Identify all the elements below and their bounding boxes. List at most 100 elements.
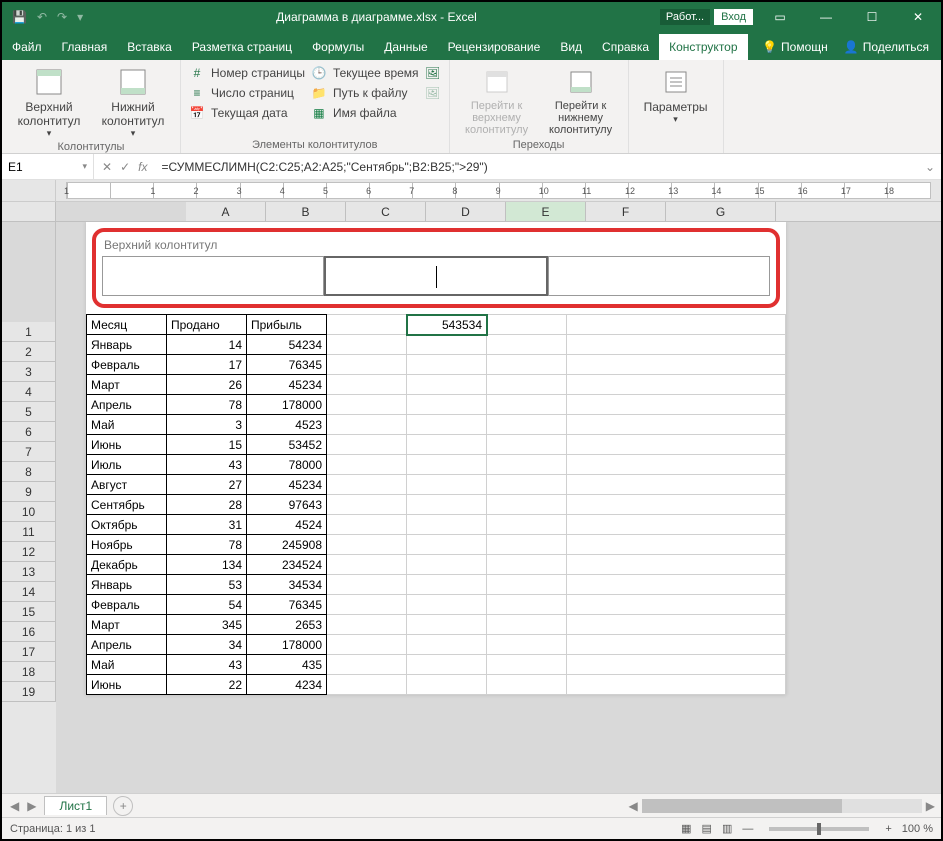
col-header-a[interactable]: A bbox=[186, 202, 266, 221]
row-header-9[interactable]: 9 bbox=[2, 482, 56, 502]
page-status: Страница: 1 из 1 bbox=[10, 823, 96, 835]
login-button[interactable]: Вход bbox=[714, 9, 753, 25]
tab-design[interactable]: Конструктор bbox=[659, 34, 747, 60]
qat-more-icon[interactable]: ▾ bbox=[77, 10, 83, 24]
row-header-4[interactable]: 4 bbox=[2, 382, 56, 402]
status-bar: Страница: 1 из 1 ▦ ▤ ▥ — + 100 % bbox=[2, 817, 941, 839]
excel-file-icon: ▦ bbox=[311, 105, 327, 121]
row-header-3[interactable]: 3 bbox=[2, 362, 56, 382]
row-header-11[interactable]: 11 bbox=[2, 522, 56, 542]
header-right-box[interactable] bbox=[548, 256, 770, 296]
clock-icon: 🕒 bbox=[311, 65, 327, 81]
format-picture-icon: 🖼 bbox=[425, 85, 441, 101]
col-header-d[interactable]: D bbox=[426, 202, 506, 221]
row-header-14[interactable]: 14 bbox=[2, 582, 56, 602]
row-header-10[interactable]: 10 bbox=[2, 502, 56, 522]
tab-help[interactable]: Справка bbox=[592, 34, 659, 60]
goto-footer-icon bbox=[565, 66, 597, 98]
page-count-icon: ≡ bbox=[189, 85, 205, 101]
zoom-out-icon[interactable]: — bbox=[742, 823, 753, 835]
add-sheet-button[interactable]: + bbox=[113, 796, 133, 816]
picture-button[interactable]: 🖼 bbox=[425, 64, 441, 82]
ribbon-options-icon[interactable]: ▭ bbox=[757, 2, 803, 32]
row-header-12[interactable]: 12 bbox=[2, 542, 56, 562]
row-header-19[interactable]: 19 bbox=[2, 682, 56, 702]
sheet-prev-icon[interactable]: ◀ bbox=[10, 799, 19, 813]
footer-button[interactable]: Нижний колонтитул▾ bbox=[94, 64, 172, 139]
tab-review[interactable]: Рецензирование bbox=[438, 34, 551, 60]
tab-home[interactable]: Главная bbox=[52, 34, 118, 60]
col-header-g[interactable]: G bbox=[666, 202, 776, 221]
current-time-button[interactable]: 🕒Текущее время bbox=[311, 64, 419, 82]
row-header-5[interactable]: 5 bbox=[2, 402, 56, 422]
col-header-e[interactable]: E bbox=[506, 202, 586, 221]
name-box[interactable]: E1▾ bbox=[2, 154, 94, 179]
save-icon[interactable]: 💾 bbox=[12, 10, 27, 24]
row-header-17[interactable]: 17 bbox=[2, 642, 56, 662]
page-number-icon: # bbox=[189, 65, 205, 81]
group-label-elements: Элементы колонтитулов bbox=[189, 137, 441, 151]
page-layout-view-icon[interactable]: ▤ bbox=[702, 822, 712, 835]
row-header-7[interactable]: 7 bbox=[2, 442, 56, 462]
accept-formula-icon[interactable]: ✓ bbox=[120, 160, 130, 174]
cancel-formula-icon[interactable]: ✕ bbox=[102, 160, 112, 174]
params-button[interactable]: Параметры▾ bbox=[637, 64, 715, 125]
tab-view[interactable]: Вид bbox=[550, 34, 592, 60]
row-header-13[interactable]: 13 bbox=[2, 562, 56, 582]
col-header-c[interactable]: C bbox=[346, 202, 426, 221]
formula-input[interactable]: =СУММЕСЛИМН(C2:C25;A2:A25;"Сентябрь";B2:… bbox=[155, 160, 918, 174]
page-break-view-icon[interactable]: ▥ bbox=[722, 822, 732, 835]
tab-data[interactable]: Данные bbox=[374, 34, 437, 60]
horizontal-scrollbar[interactable]: ◀ ▶ bbox=[133, 799, 941, 813]
file-path-button[interactable]: 📁Путь к файлу bbox=[311, 84, 419, 102]
sheet-tab-1[interactable]: Лист1 bbox=[44, 796, 107, 815]
row-header-6[interactable]: 6 bbox=[2, 422, 56, 442]
share-button[interactable]: 👤 Поделиться bbox=[844, 40, 929, 54]
header-button[interactable]: Верхний колонтитул▾ bbox=[10, 64, 88, 139]
tab-layout[interactable]: Разметка страниц bbox=[182, 34, 302, 60]
col-header-f[interactable]: F bbox=[586, 202, 666, 221]
col-header-b[interactable]: B bbox=[266, 202, 346, 221]
title-bar: 💾 ↶ ↷ ▾ Диаграмма в диаграмме.xlsx - Exc… bbox=[2, 2, 941, 32]
spreadsheet-cells[interactable]: МесяцПроданоПрибыль543534Январь1454234Фе… bbox=[86, 314, 786, 695]
tab-formulas[interactable]: Формулы bbox=[302, 34, 374, 60]
page-header-section[interactable]: Верхний колонтитул bbox=[92, 228, 780, 308]
page-count-button[interactable]: ≡Число страниц bbox=[189, 84, 305, 102]
goto-footer-button[interactable]: Перейти к нижнему колонтитулу bbox=[542, 64, 620, 136]
current-date-button[interactable]: 📅Текущая дата bbox=[189, 104, 305, 122]
header-center-box[interactable] bbox=[324, 256, 548, 296]
row-headers: 12345678910111213141516171819 bbox=[2, 222, 56, 793]
zoom-level[interactable]: 100 % bbox=[902, 823, 933, 835]
zoom-in-icon[interactable]: + bbox=[885, 823, 891, 835]
undo-icon[interactable]: ↶ bbox=[37, 10, 47, 24]
column-headers: A B C D E F G bbox=[2, 202, 941, 222]
sheet-next-icon[interactable]: ▶ bbox=[27, 799, 36, 813]
ribbon: Верхний колонтитул▾ Нижний колонтитул▾ К… bbox=[2, 60, 941, 154]
row-header-16[interactable]: 16 bbox=[2, 622, 56, 642]
tab-file[interactable]: Файл bbox=[2, 34, 52, 60]
row-header-8[interactable]: 8 bbox=[2, 462, 56, 482]
page-number-button[interactable]: #Номер страницы bbox=[189, 64, 305, 82]
tab-insert[interactable]: Вставка bbox=[117, 34, 182, 60]
format-picture-button[interactable]: 🖼 bbox=[425, 84, 441, 102]
normal-view-icon[interactable]: ▦ bbox=[681, 822, 691, 835]
fx-icon[interactable]: fx bbox=[138, 160, 147, 174]
tell-me-button[interactable]: 💡 Помощн bbox=[762, 40, 828, 54]
select-all-corner[interactable] bbox=[2, 202, 56, 221]
row-header-15[interactable]: 15 bbox=[2, 602, 56, 622]
close-icon[interactable]: ✕ bbox=[895, 2, 941, 32]
zoom-slider[interactable] bbox=[769, 827, 869, 831]
row-header-1[interactable]: 1 bbox=[2, 322, 56, 342]
row-header-2[interactable]: 2 bbox=[2, 342, 56, 362]
footer-icon bbox=[117, 66, 149, 98]
sheet-bar: ◀ ▶ Лист1 + ◀ ▶ bbox=[2, 793, 941, 817]
file-name-button[interactable]: ▦Имя файла bbox=[311, 104, 419, 122]
minimize-icon[interactable]: — bbox=[803, 2, 849, 32]
row-header-18[interactable]: 18 bbox=[2, 662, 56, 682]
header-left-box[interactable] bbox=[102, 256, 324, 296]
maximize-icon[interactable]: ☐ bbox=[849, 2, 895, 32]
expand-formula-icon[interactable]: ⌄ bbox=[919, 160, 941, 174]
redo-icon[interactable]: ↷ bbox=[57, 10, 67, 24]
formula-bar: E1▾ ✕ ✓ fx =СУММЕСЛИМН(C2:C25;A2:A25;"Се… bbox=[2, 154, 941, 180]
goto-header-button: Перейти к верхнему колонтитулу bbox=[458, 64, 536, 136]
